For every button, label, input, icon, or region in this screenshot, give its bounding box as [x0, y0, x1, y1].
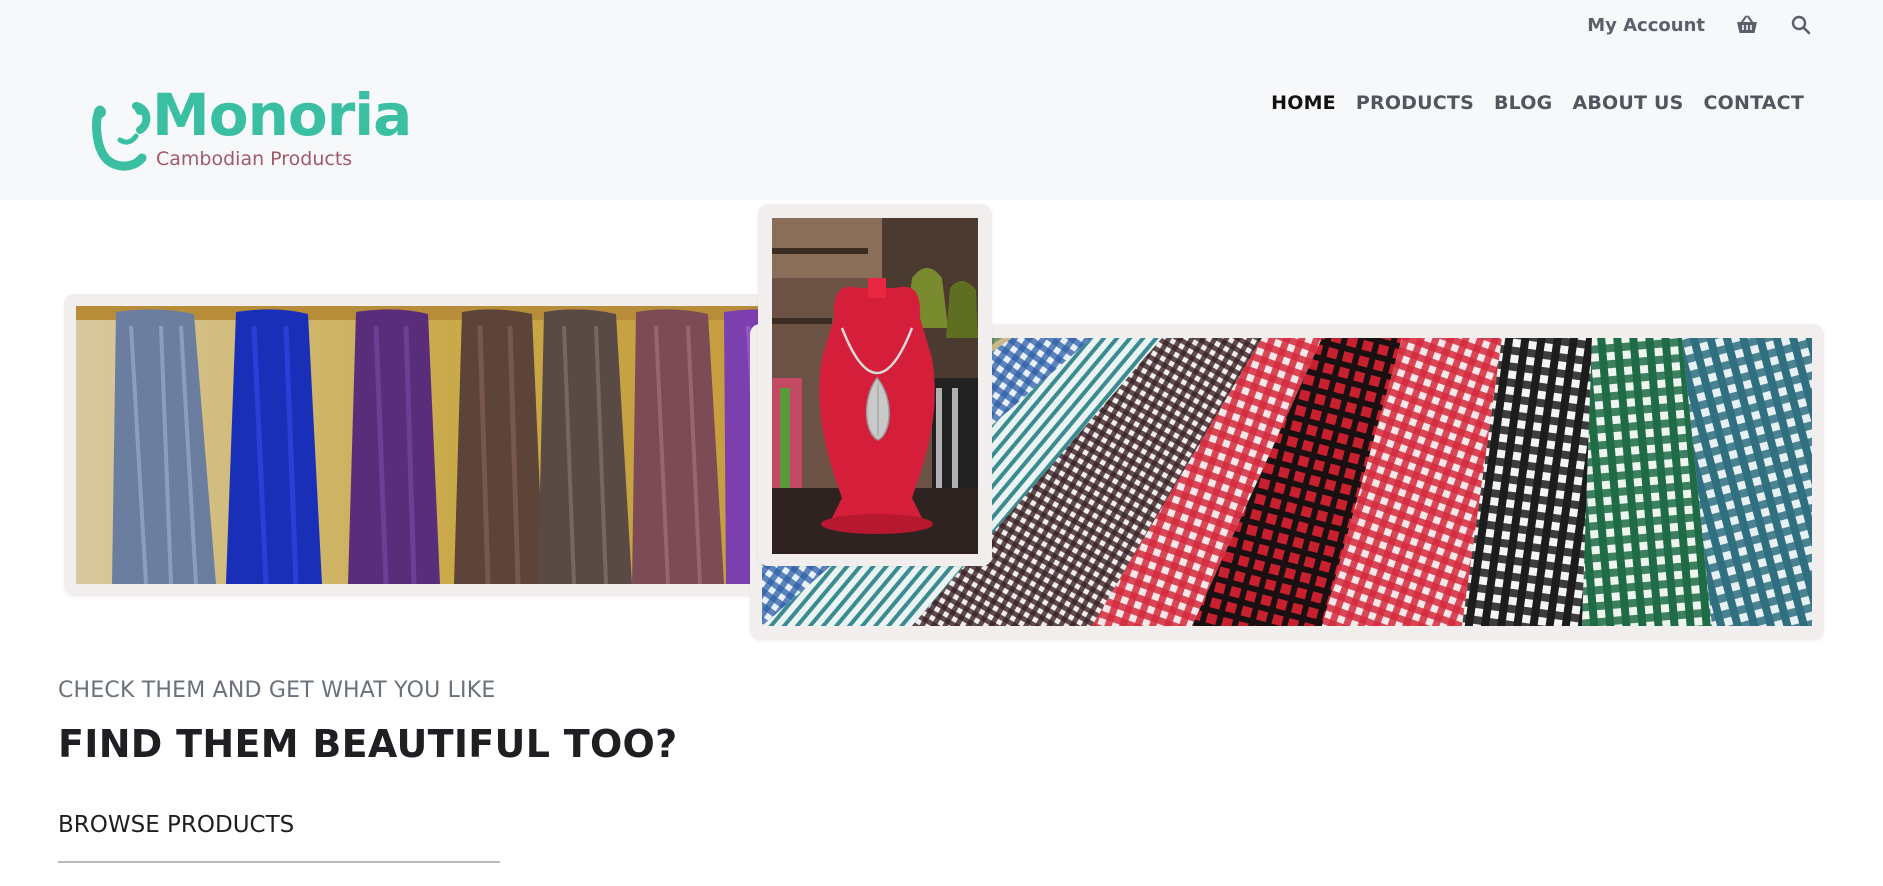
logo-mark-icon [92, 102, 151, 171]
main-nav: HOME PRODUCTS BLOG ABOUT US CONTACT [1271, 92, 1804, 114]
search-icon[interactable] [1789, 13, 1813, 37]
site-logo[interactable]: Monoria Cambodian Products [92, 86, 412, 176]
silk-scarves-photo [76, 306, 838, 584]
section-title: FIND THEM BEAUTIFUL TOO? [58, 722, 678, 766]
logo-tagline: Cambodian Products [156, 148, 353, 170]
logo-name: Monoria [152, 81, 412, 149]
section-subtitle: CHECK THEM AND GET WHAT YOU LIKE [58, 678, 496, 703]
nav-products[interactable]: PRODUCTS [1356, 92, 1474, 114]
hero-collage [0, 200, 1883, 650]
nav-home[interactable]: HOME [1271, 92, 1336, 114]
browse-products-button[interactable]: BROWSE PRODUCTS [58, 812, 294, 838]
necklace-display-photo [772, 218, 978, 554]
basket-icon[interactable] [1735, 13, 1759, 37]
my-account-link[interactable]: My Account [1587, 15, 1705, 36]
nav-blog[interactable]: BLOG [1494, 92, 1552, 114]
site-header: My Account Monoria Cambodian Products HO… [0, 0, 1883, 200]
utility-bar: My Account [1587, 10, 1813, 40]
nav-about-us[interactable]: ABOUT US [1572, 92, 1683, 114]
nav-contact[interactable]: CONTACT [1704, 92, 1805, 114]
browse-products-underline [58, 861, 500, 863]
